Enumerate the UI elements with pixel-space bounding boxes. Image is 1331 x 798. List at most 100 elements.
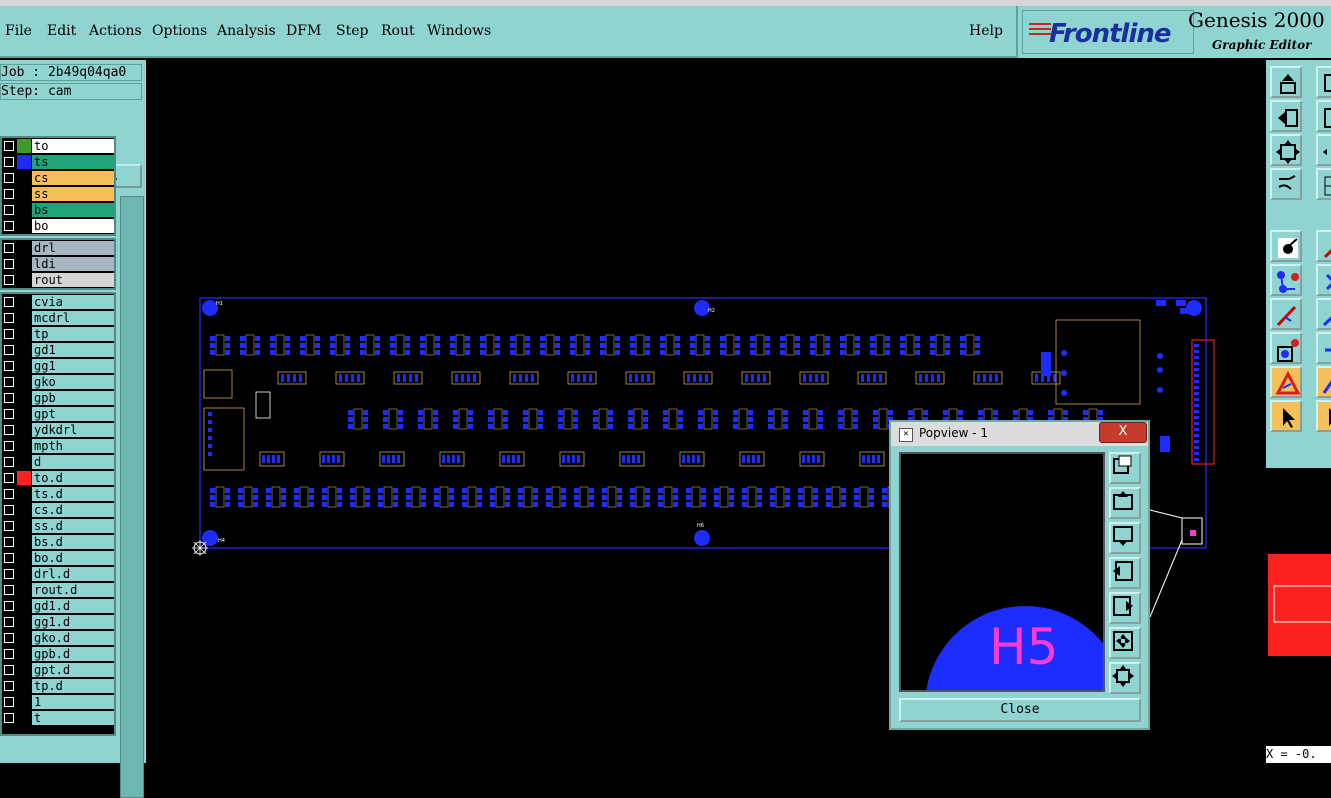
- overview-panel[interactable]: [1266, 468, 1331, 748]
- layer-checkbox[interactable]: [4, 441, 14, 451]
- layer-checkbox[interactable]: [4, 681, 14, 691]
- layer-checkbox[interactable]: [4, 601, 14, 611]
- layer-checkbox[interactable]: [4, 633, 14, 643]
- layer-name[interactable]: drl: [32, 241, 114, 255]
- layer-up-icon[interactable]: [1270, 66, 1302, 98]
- layer-color-swatch[interactable]: [17, 407, 31, 421]
- layer-color-swatch[interactable]: [17, 647, 31, 661]
- layer-row-gpb[interactable]: gpb: [2, 390, 114, 406]
- layer-name[interactable]: mpth: [32, 439, 114, 453]
- clipboard-icon[interactable]: [1270, 168, 1302, 200]
- layer-checkbox[interactable]: [4, 713, 14, 723]
- layer-row-ldi[interactable]: ldi: [2, 256, 114, 272]
- layer-color-swatch[interactable]: [17, 219, 31, 233]
- layer-color-swatch[interactable]: [17, 663, 31, 677]
- layer-list-scrollbar[interactable]: [120, 196, 144, 798]
- layer-color-swatch[interactable]: [17, 615, 31, 629]
- layer-color-swatch[interactable]: [17, 535, 31, 549]
- layer-name[interactable]: to: [32, 139, 114, 153]
- layer-checkbox[interactable]: [4, 569, 14, 579]
- layer-color-swatch[interactable]: [17, 567, 31, 581]
- layer-color-swatch[interactable]: [17, 695, 31, 709]
- layer-name[interactable]: gg1.d: [32, 615, 114, 629]
- layer-color-swatch[interactable]: [17, 599, 31, 613]
- layer-name[interactable]: cs: [32, 171, 114, 185]
- layer-color-swatch[interactable]: [17, 155, 31, 169]
- layer-color-swatch[interactable]: [17, 273, 31, 287]
- arc-icon[interactable]: [1316, 298, 1331, 330]
- layer-checkbox[interactable]: [4, 297, 14, 307]
- popview-zoom-in-icon[interactable]: [1109, 627, 1141, 659]
- layer-row-bs[interactable]: bs: [2, 202, 114, 218]
- menu-options[interactable]: Options: [152, 23, 207, 39]
- triangle-icon[interactable]: [1270, 366, 1302, 398]
- menu-edit[interactable]: Edit: [47, 23, 76, 39]
- layer-color-swatch[interactable]: [17, 187, 31, 201]
- layer-checkbox[interactable]: [4, 329, 14, 339]
- layer-color-swatch[interactable]: [17, 241, 31, 255]
- layer-checkbox[interactable]: [4, 537, 14, 547]
- popview-window[interactable]: ✕ Popview - 1 X H5 Close: [889, 420, 1150, 730]
- layer-checkbox[interactable]: [4, 489, 14, 499]
- layer-checkbox[interactable]: [4, 243, 14, 253]
- popview-pan-left-icon[interactable]: [1109, 557, 1141, 589]
- layer-checkbox[interactable]: [4, 275, 14, 285]
- layer-name[interactable]: rout: [32, 273, 114, 287]
- layer-row-cs[interactable]: cs: [2, 170, 114, 186]
- layer-row-1[interactable]: 1: [2, 694, 114, 710]
- cross-icon[interactable]: [1316, 264, 1331, 296]
- layer-row-rout[interactable]: rout: [2, 272, 114, 288]
- layer-checkbox[interactable]: [4, 697, 14, 707]
- layer-row-ydkdrl[interactable]: ydkdrl: [2, 422, 114, 438]
- layer-name[interactable]: gko: [32, 375, 114, 389]
- layer-row-to.d[interactable]: to.d: [2, 470, 114, 486]
- layer-row-gpt.d[interactable]: gpt.d: [2, 662, 114, 678]
- layer-color-swatch[interactable]: [17, 311, 31, 325]
- layer-name[interactable]: tp.d: [32, 679, 114, 693]
- layer-color-swatch[interactable]: [17, 359, 31, 373]
- layer-row-rout.d[interactable]: rout.d: [2, 582, 114, 598]
- layer-name[interactable]: gpb.d: [32, 647, 114, 661]
- layer-checkbox[interactable]: [4, 585, 14, 595]
- layer-checkbox[interactable]: [4, 553, 14, 563]
- layer-checkbox[interactable]: [4, 173, 14, 183]
- layer-row-gd1[interactable]: gd1: [2, 342, 114, 358]
- layer-name[interactable]: bo.d: [32, 551, 114, 565]
- layer-checkbox[interactable]: [4, 205, 14, 215]
- layer-color-swatch[interactable]: [17, 375, 31, 389]
- layer-checkbox[interactable]: [4, 409, 14, 419]
- layer-name[interactable]: tp: [32, 327, 114, 341]
- layer-row-gpb.d[interactable]: gpb.d: [2, 646, 114, 662]
- layer-name[interactable]: ts.d: [32, 487, 114, 501]
- route-icon[interactable]: [1316, 332, 1331, 364]
- layer-name[interactable]: drl.d: [32, 567, 114, 581]
- layer-name[interactable]: cvia: [32, 295, 114, 309]
- layer-row-tp[interactable]: tp: [2, 326, 114, 342]
- layer-row-gg1.d[interactable]: gg1.d: [2, 614, 114, 630]
- layer-color-swatch[interactable]: [17, 551, 31, 565]
- menu-windows[interactable]: Windows: [427, 23, 491, 39]
- layer-color-swatch[interactable]: [17, 391, 31, 405]
- layer-name[interactable]: bs: [32, 203, 114, 217]
- layer-name[interactable]: gpt.d: [32, 663, 114, 677]
- layer-color-swatch[interactable]: [17, 439, 31, 453]
- popview-pan-right-icon[interactable]: [1109, 592, 1141, 624]
- connect-icon[interactable]: [1270, 264, 1302, 296]
- layer-name[interactable]: gko.d: [32, 631, 114, 645]
- layer-row-d[interactable]: d: [2, 454, 114, 470]
- layer-color-swatch[interactable]: [17, 455, 31, 469]
- measure-icon[interactable]: [1316, 230, 1331, 262]
- menu-rout[interactable]: Rout: [381, 23, 415, 39]
- layer-row-cs.d[interactable]: cs.d: [2, 502, 114, 518]
- layer-color-swatch[interactable]: [17, 203, 31, 217]
- layer-checkbox[interactable]: [4, 649, 14, 659]
- layer-color-swatch[interactable]: [17, 257, 31, 271]
- layer-checkbox[interactable]: [4, 221, 14, 231]
- popview-close-button[interactable]: Close: [899, 698, 1141, 722]
- layer-name[interactable]: ss.d: [32, 519, 114, 533]
- layer-row-drl[interactable]: drl: [2, 240, 114, 256]
- menu-dfm[interactable]: DFM: [286, 23, 321, 39]
- layer-row-ss[interactable]: ss: [2, 186, 114, 202]
- layer-color-swatch[interactable]: [17, 519, 31, 533]
- layer-name[interactable]: gg1: [32, 359, 114, 373]
